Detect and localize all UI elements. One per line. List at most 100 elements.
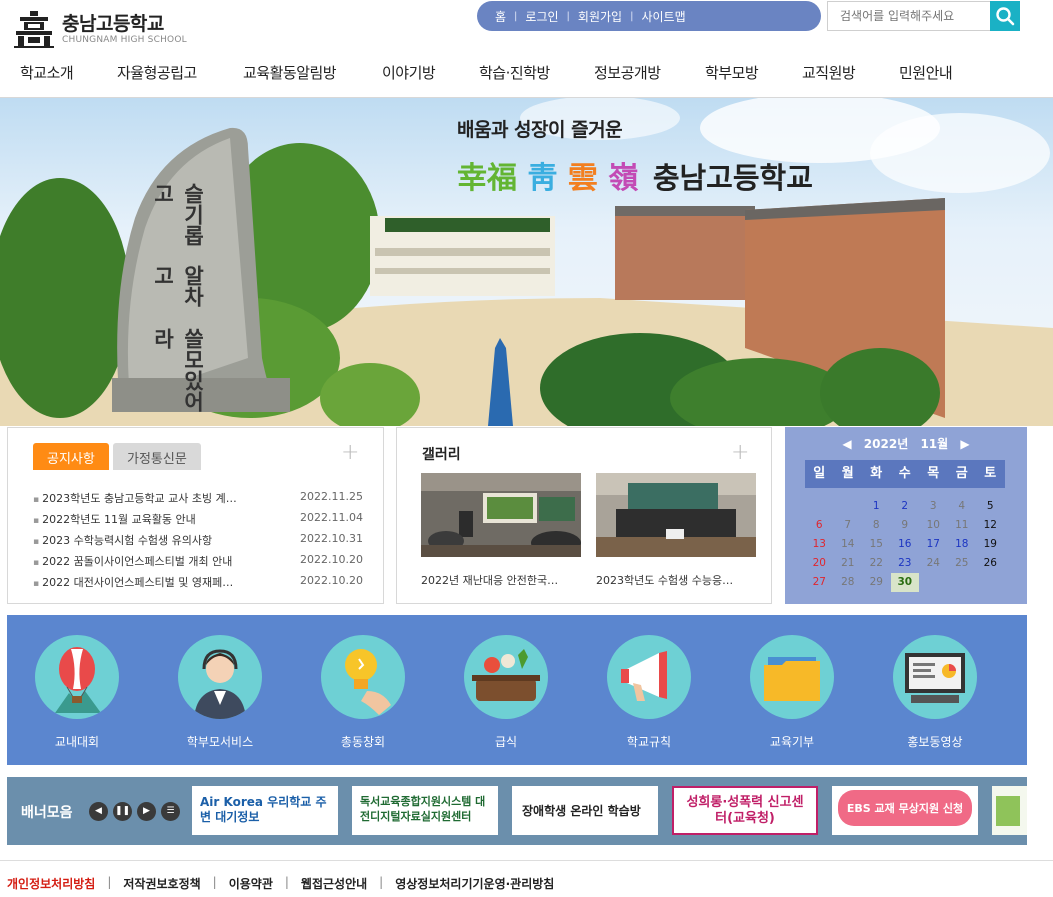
calendar-day[interactable]: 14 [834, 535, 863, 554]
banner-air-korea[interactable]: Air Korea 우리학교 주변 대기정보 [192, 786, 338, 835]
gallery-thumbnail[interactable] [596, 473, 756, 557]
list-item[interactable]: 2022학년도 11월 교육활동 안내 2022.11.04 [33, 511, 363, 532]
gallery-thumbnail[interactable] [421, 473, 581, 557]
sitemap-link[interactable]: 사이트맵 [641, 8, 685, 25]
gallery-item[interactable]: 2023학년도 수험생 수능응… [596, 473, 756, 588]
calendar-day[interactable]: 4 [948, 497, 977, 516]
cooking-pot-icon [464, 635, 548, 719]
login-link[interactable]: 로그인 [525, 8, 558, 25]
calendar-day[interactable]: 22 [862, 554, 891, 573]
calendar-weekdays: 일 월 화 수 목 금 토 [805, 460, 1005, 488]
calendar-day[interactable]: 28 [834, 573, 863, 592]
calendar-day[interactable]: 24 [919, 554, 948, 573]
calendar-day[interactable]: 8 [862, 516, 891, 535]
prev-year-icon[interactable]: ◀ [842, 437, 851, 451]
signup-link[interactable]: 회원가입 [578, 8, 622, 25]
list-icon[interactable]: ☰ [161, 802, 180, 821]
copyright-policy-link[interactable]: 저작권보호정책 [123, 875, 200, 892]
calendar-day[interactable]: 10 [919, 516, 948, 535]
calendar-day[interactable]: 19 [976, 535, 1005, 554]
quick-item-donation[interactable]: 교육기부 [737, 635, 847, 750]
nav-education-activity[interactable]: 교육활동알림방 [243, 62, 337, 83]
banner-next-partial[interactable] [992, 786, 1027, 835]
banner-strip: 배너모음 ◀ ❚❚ ▶ ☰ Air Korea 우리학교 주변 대기정보 독서교… [7, 777, 1027, 845]
nav-parents[interactable]: 학부모방 [705, 62, 759, 83]
calendar-day[interactable]: 7 [834, 516, 863, 535]
accessibility-link[interactable]: 웹접근성안내 [301, 875, 367, 892]
calendar-day[interactable]: 9 [891, 516, 920, 535]
calendar-widget: ◀ 2022년 11월 ▶ 일 월 화 수 목 금 토 1 2 3 4 5 6 7 8 9 10 1… [785, 427, 1027, 604]
list-item[interactable]: 2022 꿈돌이사이언스페스티벌 개최 안내 2022.10.20 [33, 553, 363, 574]
next-month-icon[interactable]: ▶ [960, 437, 969, 451]
search-box [827, 1, 1020, 31]
list-item[interactable]: 2023학년도 충남고등학교 교사 초빙 계… 2022.11.25 [33, 490, 363, 511]
calendar-day[interactable]: 25 [948, 554, 977, 573]
gallery-caption[interactable]: 2023학년도 수험생 수능응… [596, 572, 756, 588]
hanja-blue: 靑 [527, 161, 558, 196]
calendar-day[interactable]: 12 [976, 516, 1005, 535]
quick-item-promo-video[interactable]: 홍보동영상 [880, 635, 990, 750]
nav-civil-service[interactable]: 민원안내 [899, 62, 953, 83]
search-input[interactable] [828, 2, 990, 30]
banner-disabled-learning[interactable]: 장애학생 온라인 학습방 [512, 786, 658, 835]
gallery-caption[interactable]: 2022년 재난대응 안전한국… [421, 572, 581, 588]
school-logo[interactable]: 충남고등학교 CHUNGNAM HIGH SCHOOL [12, 9, 187, 49]
hero-title: 幸福 靑 雲 嶺 충남고등학교 [457, 153, 813, 197]
nav-story[interactable]: 이야기방 [382, 62, 436, 83]
tab-family-letter[interactable]: 가정통신문 [113, 443, 201, 470]
calendar-day[interactable]: 29 [862, 573, 891, 592]
nav-staff[interactable]: 교직원방 [802, 62, 856, 83]
gallery-more-icon[interactable]: + [731, 440, 749, 465]
quick-item-alumni[interactable]: 총동창회 [308, 635, 418, 750]
nav-autonomous-school[interactable]: 자율형공립고 [117, 62, 197, 83]
banner-ebs[interactable]: EBS 교재 무상지원 신청 [832, 786, 978, 835]
quick-item-contest[interactable]: 교내대회 [22, 635, 132, 750]
list-item[interactable]: 2022 대전사이언스페스티벌 및 영재페… 2022.10.20 [33, 574, 363, 595]
prev-icon[interactable]: ◀ [89, 802, 108, 821]
calendar-month: 11월 [920, 437, 949, 451]
banner-reading-system[interactable]: 독서교육종합지원시스템 대전디지털자료실지원센터 [352, 786, 498, 835]
calendar-day[interactable]: 11 [948, 516, 977, 535]
calendar-day[interactable]: 3 [919, 497, 948, 516]
calendar-day[interactable]: 2 [891, 497, 920, 516]
list-item[interactable]: 2023 수학능력시험 수험생 유의사항 2022.10.31 [33, 532, 363, 553]
home-link[interactable]: 홈 [495, 8, 506, 25]
calendar-day[interactable]: 27 [805, 573, 834, 592]
privacy-policy-link[interactable]: 개인정보처리방침 [7, 875, 95, 892]
calendar-day[interactable]: 6 [805, 516, 834, 535]
hot-air-balloon-icon [35, 635, 119, 719]
banner-harassment-center[interactable]: 성희롱·성폭력 신고센터(교육청) [672, 786, 818, 835]
pause-icon[interactable]: ❚❚ [113, 802, 132, 821]
notice-more-icon[interactable]: + [341, 440, 359, 465]
gallery-item[interactable]: 2022년 재난대응 안전한국… [421, 473, 581, 588]
nav-study-advancement[interactable]: 학습·진학방 [479, 62, 550, 83]
stone-line-3: 쓸모있어라 [151, 328, 205, 413]
calendar-day[interactable]: 30 [890, 573, 919, 592]
tab-notice[interactable]: 공지사항 [33, 443, 109, 470]
next-icon[interactable]: ▶ [137, 802, 156, 821]
nav-info-disclosure[interactable]: 정보공개방 [594, 62, 661, 83]
calendar-day[interactable]: 21 [834, 554, 863, 573]
nav-school-intro[interactable]: 학교소개 [20, 62, 74, 83]
quick-item-meal[interactable]: 급식 [451, 635, 561, 750]
terms-link[interactable]: 이용약관 [229, 875, 273, 892]
calendar-day[interactable]: 26 [976, 554, 1005, 573]
calendar-day[interactable]: 16 [891, 535, 920, 554]
stone-inscription: 슬기롭고 알차고 쓸모있어라 [148, 183, 208, 426]
quick-item-school-rules[interactable]: 학교규칙 [594, 635, 704, 750]
calendar-day[interactable]: 15 [862, 535, 891, 554]
calendar-day[interactable]: 17 [919, 535, 948, 554]
calendar-day[interactable]: 23 [891, 554, 920, 573]
cctv-policy-link[interactable]: 영상정보처리기기운영·관리방침 [395, 875, 554, 892]
calendar-day[interactable]: 20 [805, 554, 834, 573]
calendar-day[interactable]: 13 [805, 535, 834, 554]
stone-line-1: 슬기롭고 [151, 183, 205, 246]
calendar-day[interactable]: 1 [862, 497, 891, 516]
calendar-week: 13 14 15 16 17 18 19 [805, 535, 1005, 554]
calendar-day[interactable]: 5 [976, 497, 1005, 516]
calendar-day[interactable]: 18 [948, 535, 977, 554]
hero-slogan: 배움과 성장이 즐거운 [457, 119, 623, 141]
quick-item-parent-service[interactable]: 학부모서비스 [165, 635, 275, 750]
gallery-panel: 갤러리 + 2022년 재난대응 안전한국… 2023학년도 수험생 수능응… [396, 427, 772, 604]
search-button[interactable] [990, 1, 1020, 31]
